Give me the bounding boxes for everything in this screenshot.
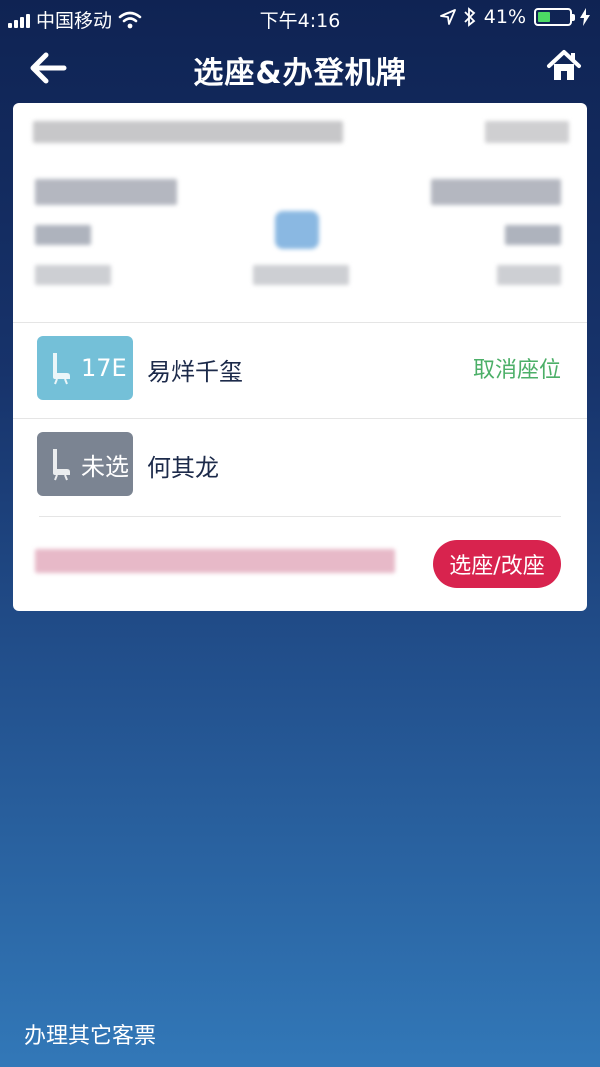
seat-icon: [53, 353, 70, 385]
location-icon: [439, 9, 456, 25]
redacted-arrival-time: [505, 225, 561, 245]
bluetooth-icon: [464, 7, 476, 27]
other-tickets-link[interactable]: 办理其它客票: [24, 1018, 156, 1050]
redacted-plane-icon: [275, 211, 319, 249]
home-button[interactable]: [546, 48, 586, 88]
redacted-departure-airport: [35, 179, 177, 205]
seat-badge: 17E: [37, 336, 133, 400]
redacted-flight-info: [33, 121, 343, 143]
passenger-name: 易烊千玺: [147, 358, 243, 386]
seat-number: 17E: [81, 354, 127, 382]
redacted-departure-time: [35, 225, 91, 245]
seat-status: 未选: [81, 452, 129, 481]
battery-level: [538, 12, 550, 22]
status-bar: 中国移动 下午4:16 41%: [0, 0, 600, 36]
nav-bar: 选座&办登机牌: [0, 36, 600, 100]
redacted-duration: [253, 265, 349, 285]
battery-percent: 41%: [483, 6, 526, 28]
select-seat-button[interactable]: 选座/改座: [433, 540, 561, 588]
redacted-flight-date: [485, 121, 569, 143]
passenger-row: 未选 何其龙: [13, 418, 587, 514]
seat-icon: [53, 449, 70, 481]
passenger-name: 何其龙: [147, 454, 219, 482]
divider: [39, 516, 561, 517]
redacted-arrival-terminal: [497, 265, 561, 285]
page-title: 选座&办登机牌: [193, 56, 407, 91]
passenger-row: 17E 易烊千玺 取消座位: [13, 322, 587, 418]
status-right: 41%: [439, 6, 590, 28]
redacted-arrival-airport: [431, 179, 561, 205]
flight-card: 17E 易烊千玺 取消座位 未选 何其龙 选座/改座: [13, 103, 587, 611]
cancel-seat-link[interactable]: 取消座位: [473, 352, 561, 384]
redacted-notice: [35, 549, 395, 573]
home-icon: [547, 50, 581, 80]
seat-badge: 未选: [37, 432, 133, 496]
battery-icon: [534, 8, 575, 26]
redacted-departure-terminal: [35, 265, 111, 285]
charging-icon: [580, 8, 590, 26]
